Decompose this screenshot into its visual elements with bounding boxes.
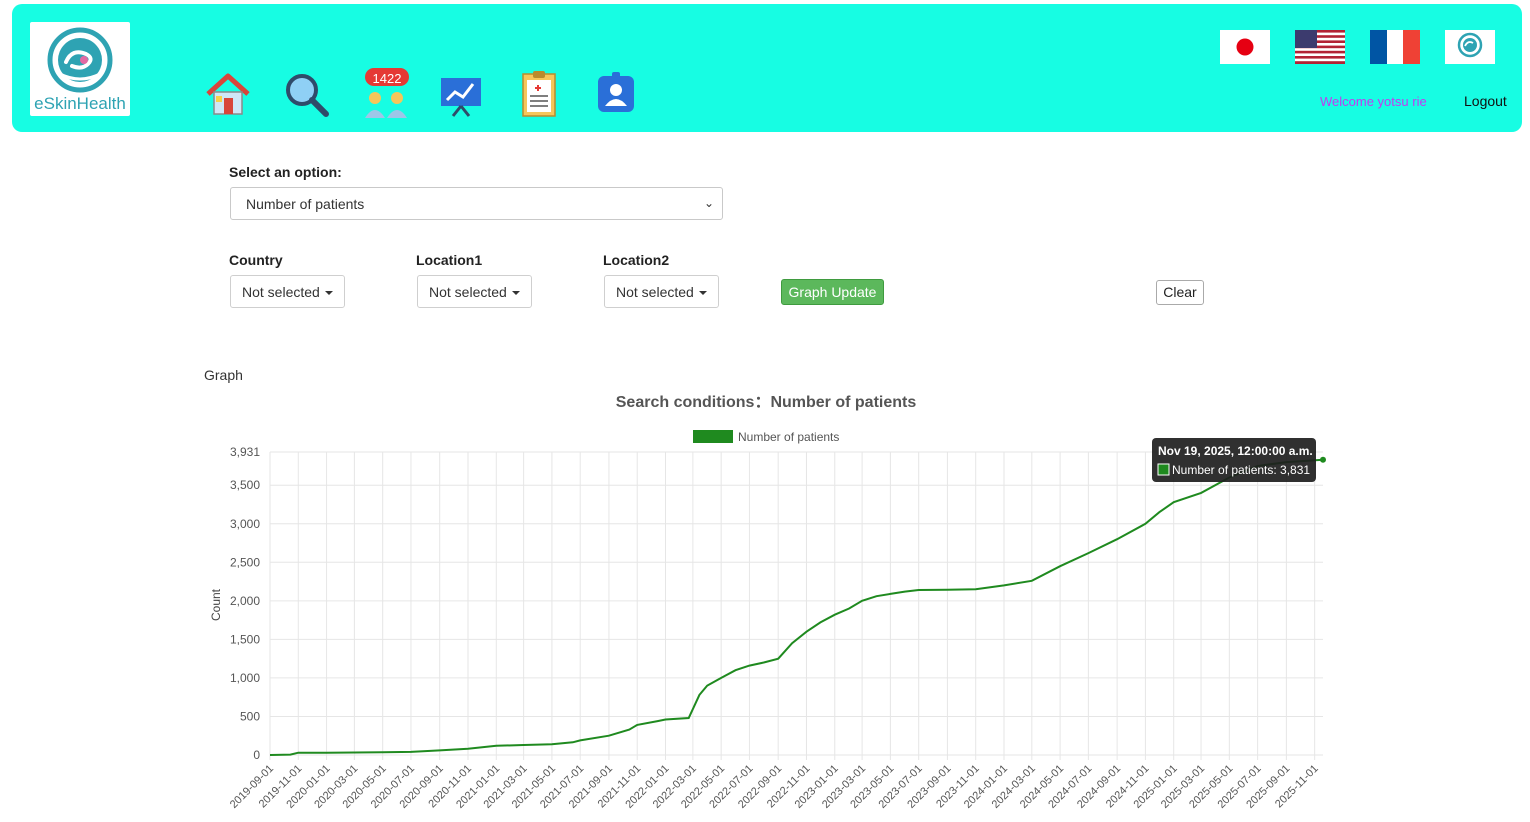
y-tick-label: 500 bbox=[240, 709, 260, 723]
usa-flag-icon[interactable] bbox=[1295, 30, 1345, 64]
country-label: Country bbox=[229, 252, 283, 268]
caret-down-icon bbox=[324, 291, 333, 295]
tooltip-title: Nov 19, 2025, 12:00:00 a.m. bbox=[1158, 444, 1313, 458]
tooltip-text: Number of patients: 3,831 bbox=[1172, 463, 1310, 477]
clear-button[interactable]: Clear bbox=[1156, 280, 1204, 305]
eskinhealth-logo-icon bbox=[47, 27, 113, 93]
series-line-number-of-patients[interactable] bbox=[269, 458, 1324, 756]
legend-swatch[interactable] bbox=[693, 430, 733, 443]
y-tick-label: 1,000 bbox=[230, 671, 260, 685]
location1-label: Location1 bbox=[416, 252, 483, 268]
japan-flag-icon[interactable] bbox=[1220, 30, 1270, 64]
tooltip-swatch bbox=[1157, 463, 1170, 476]
legend-label[interactable]: Number of patients bbox=[738, 430, 839, 444]
x-axis-ticks: 2019-09-012019-11-012020-01-012020-03-01… bbox=[228, 763, 1321, 811]
y-tick-label: 3,500 bbox=[230, 478, 260, 492]
y-axis-ticks: 0 500 1,000 1,500 2,000 2,500 3,000 3,500 3,931 bbox=[230, 445, 260, 762]
top-header: eSkinHealth 1422 Welcome yotsu rie Logou… bbox=[12, 4, 1522, 132]
location2-label: Location2 bbox=[603, 252, 670, 268]
y-tick-label: 1,500 bbox=[230, 632, 260, 646]
logo-text: eSkinHealth bbox=[34, 94, 126, 113]
country-value: Not selected bbox=[242, 284, 320, 300]
y-tick-label: 2,500 bbox=[230, 555, 260, 569]
location1-dropdown[interactable]: Not selected bbox=[417, 275, 532, 308]
chart-title: Search conditions：Number of patients bbox=[616, 394, 917, 411]
caret-down-icon bbox=[511, 291, 520, 295]
country-dropdown[interactable]: Not selected bbox=[230, 275, 345, 308]
patients-count-badge: 1422 bbox=[372, 71, 402, 86]
patients-icon[interactable]: 1422 bbox=[361, 66, 409, 120]
welcome-text: Welcome yotsu rie bbox=[1320, 94, 1427, 109]
hover-point[interactable] bbox=[1320, 456, 1326, 463]
eskinhealth-icon[interactable] bbox=[1445, 30, 1495, 64]
chart-grid bbox=[269, 451, 1323, 760]
search-icon[interactable] bbox=[282, 70, 330, 118]
location1-value: Not selected bbox=[429, 284, 507, 300]
y-tick-label: 3,000 bbox=[230, 517, 260, 531]
caret-down-icon bbox=[698, 291, 707, 295]
location2-value: Not selected bbox=[616, 284, 694, 300]
option-select-value: Number of patients bbox=[246, 196, 365, 212]
patients-line-chart: Search conditions：Number of patients Num… bbox=[209, 394, 1326, 811]
chart-tooltip: Nov 19, 2025, 12:00:00 a.m. Number of pa… bbox=[1152, 438, 1316, 482]
analytics-icon[interactable] bbox=[437, 70, 485, 118]
y-axis-label: Count bbox=[209, 588, 223, 621]
clipboard-icon[interactable] bbox=[515, 70, 563, 118]
select-option-label: Select an option: bbox=[229, 164, 342, 180]
y-tick-label: 3,931 bbox=[230, 445, 260, 459]
user-profile-icon[interactable] bbox=[592, 70, 640, 118]
eskinhealth-logo[interactable]: eSkinHealth bbox=[30, 22, 130, 116]
home-icon[interactable] bbox=[204, 70, 252, 118]
chevron-down-icon: ⌄ bbox=[703, 196, 714, 210]
option-select[interactable]: Number of patients ⌄ bbox=[230, 187, 723, 220]
y-tick-label: 2,000 bbox=[230, 594, 260, 608]
logout-link[interactable]: Logout bbox=[1464, 93, 1507, 109]
france-flag-icon[interactable] bbox=[1370, 30, 1420, 64]
graph-update-button[interactable]: Graph Update bbox=[781, 279, 884, 305]
location2-dropdown[interactable]: Not selected bbox=[604, 275, 719, 308]
y-tick-label: 0 bbox=[253, 748, 260, 762]
